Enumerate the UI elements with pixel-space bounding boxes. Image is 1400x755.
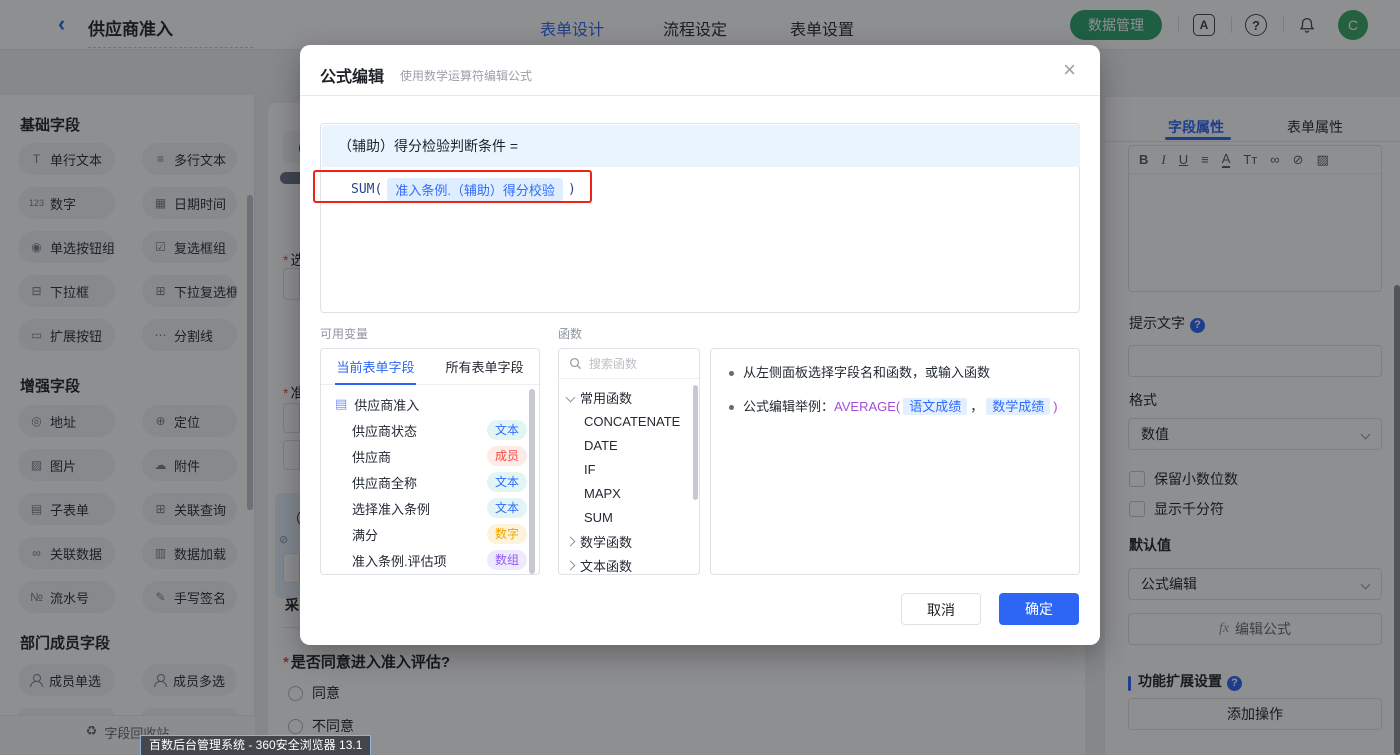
formula-function: SUM( bbox=[351, 182, 382, 197]
cancel-button[interactable]: 取消 bbox=[901, 593, 981, 625]
function-item[interactable]: SUM bbox=[559, 505, 699, 529]
help-example-function: AVERAGE( bbox=[834, 399, 900, 414]
type-badge: 数字 bbox=[487, 524, 527, 544]
help-line-2: 公式编辑举例：AVERAGE(语文成绩，数学成绩) bbox=[711, 397, 1079, 417]
close-icon[interactable]: × bbox=[1063, 59, 1076, 81]
browser-title-tooltip: 百数后台管理系统 - 360安全浏览器 13.1 bbox=[140, 735, 371, 755]
function-group-label: 文本函数 bbox=[580, 556, 632, 575]
app-root: ‹ 供应商准入 表单设计 流程设定 表单设置 数据管理 A ? C ⊕ 表单外链… bbox=[0, 0, 1400, 755]
type-badge: 文本 bbox=[487, 472, 527, 492]
variable-item[interactable]: 选择准入条例文本 bbox=[321, 495, 539, 521]
variable-item[interactable]: 准入条例.评估项数组 bbox=[321, 547, 539, 573]
help-example-close: ) bbox=[1053, 399, 1057, 414]
functions-scrollbar[interactable] bbox=[693, 385, 698, 500]
function-group-label: 常用函数 bbox=[580, 388, 632, 407]
formula-expression[interactable]: SUM( 准入条例.（辅助）得分校验 ) bbox=[351, 176, 576, 202]
function-group-math[interactable]: 数学函数 bbox=[559, 529, 699, 553]
function-group-text[interactable]: 文本函数 bbox=[559, 553, 699, 575]
chevron-down-icon bbox=[566, 392, 576, 402]
variable-item[interactable]: 供应商状态文本 bbox=[321, 417, 539, 443]
tree-root[interactable]: ▤ 供应商准入 bbox=[321, 391, 539, 417]
variable-item[interactable]: 满分数字 bbox=[321, 521, 539, 547]
type-badge: 文本 bbox=[487, 420, 527, 440]
function-item[interactable]: DATE bbox=[559, 433, 699, 457]
formula-help-panel: 从左侧面板选择字段名和函数，或输入函数 公式编辑举例：AVERAGE(语文成绩，… bbox=[710, 348, 1080, 575]
function-item[interactable]: MAPX bbox=[559, 481, 699, 505]
tab-all-form-fields[interactable]: 所有表单字段 bbox=[430, 349, 539, 384]
type-badge: 数组 bbox=[487, 550, 527, 570]
function-search[interactable] bbox=[559, 349, 699, 379]
bullet-icon bbox=[729, 371, 734, 376]
tree-root-label: 供应商准入 bbox=[354, 395, 527, 414]
formula-edit-modal: 公式编辑 使用数学运算符编辑公式 × （辅助）得分检验判断条件 = SUM( 准… bbox=[300, 45, 1100, 645]
form-doc-icon: ▤ bbox=[335, 396, 347, 412]
function-item[interactable]: CONCATENATE bbox=[559, 409, 699, 433]
modal-title: 公式编辑 bbox=[320, 63, 384, 87]
chevron-right-icon bbox=[566, 560, 576, 570]
function-search-input[interactable] bbox=[589, 357, 684, 371]
variable-item[interactable]: 供应商全称文本 bbox=[321, 469, 539, 495]
variables-panel: 当前表单字段 所有表单字段 ▤ 供应商准入 供应商状态文本 供应商成员 供应商全… bbox=[320, 348, 540, 575]
search-icon bbox=[569, 357, 582, 370]
variables-scrollbar[interactable] bbox=[529, 389, 535, 574]
formula-target-banner: （辅助）得分检验判断条件 = bbox=[322, 125, 1080, 167]
formula-target-text: （辅助）得分检验判断条件 = bbox=[338, 136, 518, 156]
modal-subtitle: 使用数学运算符编辑公式 bbox=[400, 67, 532, 84]
type-badge: 文本 bbox=[487, 498, 527, 518]
function-item[interactable]: IF bbox=[559, 457, 699, 481]
help-line-1: 从左侧面板选择字段名和函数，或输入函数 bbox=[711, 363, 1079, 383]
variables-label: 可用变量 bbox=[320, 325, 368, 342]
chevron-right-icon bbox=[566, 536, 576, 546]
variables-tabs: 当前表单字段 所有表单字段 bbox=[321, 349, 539, 385]
functions-label: 函数 bbox=[558, 325, 582, 342]
confirm-button[interactable]: 确定 bbox=[999, 593, 1079, 625]
help-example-comma: ， bbox=[970, 399, 983, 414]
tab-current-form-fields[interactable]: 当前表单字段 bbox=[321, 349, 430, 384]
variable-item[interactable]: 供应商成员 bbox=[321, 443, 539, 469]
formula-field-token[interactable]: 准入条例.（辅助）得分校验 bbox=[387, 178, 563, 201]
help-example-token: 语文成绩 bbox=[903, 398, 967, 415]
function-group-label: 数学函数 bbox=[580, 532, 632, 551]
formula-close-paren: ) bbox=[568, 182, 576, 197]
formula-editor-box[interactable]: （辅助）得分检验判断条件 = SUM( 准入条例.（辅助）得分校验 ) bbox=[320, 123, 1080, 313]
help-example-prefix: 公式编辑举例： bbox=[743, 399, 834, 414]
bullet-icon bbox=[729, 405, 734, 410]
divider bbox=[300, 95, 1100, 96]
type-badge: 成员 bbox=[487, 446, 527, 466]
help-example-token: 数学成绩 bbox=[986, 398, 1050, 415]
function-group-common[interactable]: 常用函数 bbox=[559, 385, 699, 409]
functions-panel: 常用函数 CONCATENATE DATE IF MAPX SUM 数学函数 文… bbox=[558, 348, 700, 575]
